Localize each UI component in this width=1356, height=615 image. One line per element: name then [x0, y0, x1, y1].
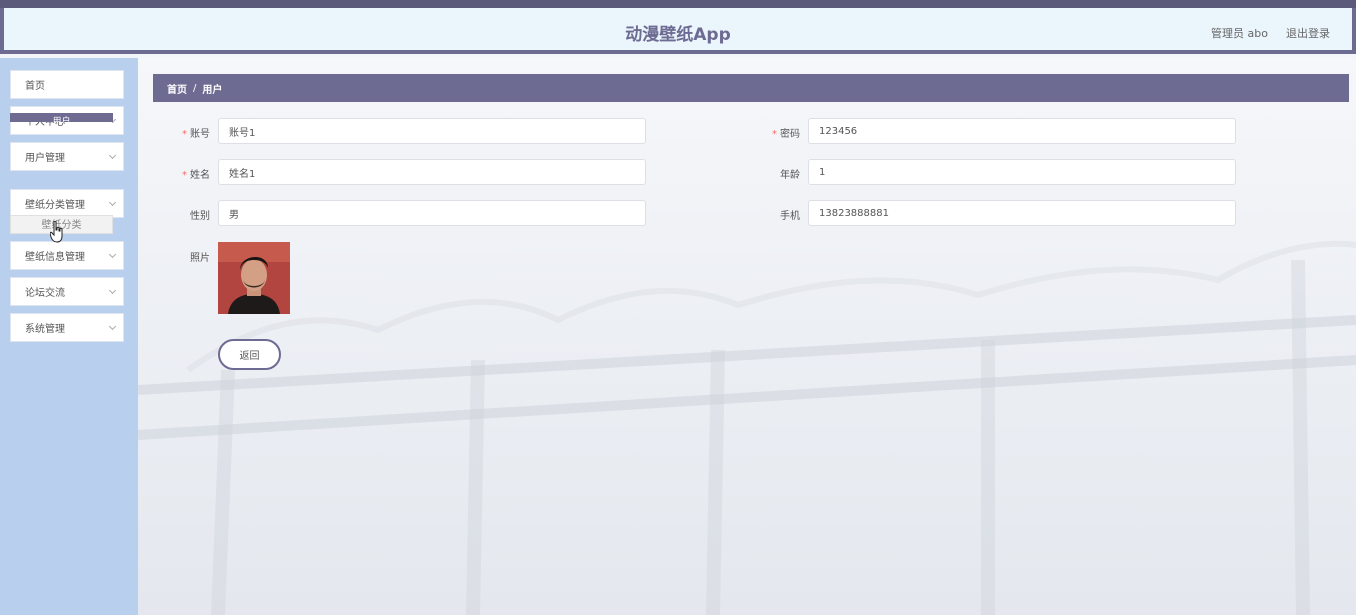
sidebar-item-wallpaper-info[interactable]: 壁纸信息管理: [10, 241, 124, 270]
account-field[interactable]: 账号1: [218, 118, 646, 144]
chevron-down-icon: [108, 322, 117, 331]
sidebar-item-label: 系统管理: [25, 324, 65, 335]
sidebar-item-label: 壁纸分类管理: [25, 200, 85, 211]
password-label: * 密码: [772, 129, 800, 140]
sidebar-item-home[interactable]: 首页: [10, 70, 124, 99]
name-field[interactable]: 姓名1: [218, 159, 646, 185]
chevron-down-icon: [108, 286, 117, 295]
gender-label: 性别: [190, 211, 210, 222]
breadcrumb-current: 用户: [202, 84, 223, 96]
sidebar-item-wallpaper-category[interactable]: 壁纸分类管理: [10, 189, 124, 218]
breadcrumb: 首页 / 用户: [153, 74, 1349, 102]
portrait-image: [218, 242, 290, 314]
required-mark: *: [182, 129, 187, 140]
breadcrumb-separator: /: [193, 82, 197, 94]
admin-label: 管理员 abo: [1211, 27, 1268, 40]
app-title: 动漫壁纸App: [625, 25, 731, 45]
top-strip: [0, 0, 1356, 8]
hand-cursor-icon: [50, 221, 63, 243]
name-label: * 姓名: [182, 170, 210, 181]
required-mark: *: [182, 170, 187, 181]
phone-field[interactable]: 13823888881: [808, 200, 1236, 226]
sidebar-item-label: 首页: [25, 81, 45, 92]
sidebar-item-label: 壁纸信息管理: [25, 252, 85, 263]
account-label: * 账号: [182, 129, 210, 140]
chevron-down-icon: [108, 250, 117, 259]
sidebar-item-label: 论坛交流: [25, 288, 65, 299]
submenu-item-user[interactable]: 用户: [10, 113, 113, 122]
password-field[interactable]: 123456: [808, 118, 1236, 144]
phone-label: 手机: [780, 211, 800, 222]
back-button[interactable]: 返回: [218, 339, 281, 370]
user-photo: [218, 242, 290, 314]
app-header: 动漫壁纸App 管理员 abo 退出登录: [0, 8, 1356, 54]
age-field[interactable]: 1: [808, 159, 1236, 185]
age-label: 年龄: [780, 170, 800, 181]
sidebar-item-user-management[interactable]: 用户管理: [10, 142, 124, 171]
sidebar-item-label: 用户管理: [25, 153, 65, 164]
breadcrumb-home[interactable]: 首页: [167, 81, 187, 96]
gender-field[interactable]: 男: [218, 200, 646, 226]
sidebar-item-forum[interactable]: 论坛交流: [10, 277, 124, 306]
chevron-down-icon: [108, 198, 117, 207]
required-mark: *: [772, 129, 777, 140]
chevron-down-icon: [108, 151, 117, 160]
logout-link[interactable]: 退出登录: [1286, 25, 1330, 41]
sidebar-item-system[interactable]: 系统管理: [10, 313, 124, 342]
photo-label: 照片: [190, 253, 210, 264]
